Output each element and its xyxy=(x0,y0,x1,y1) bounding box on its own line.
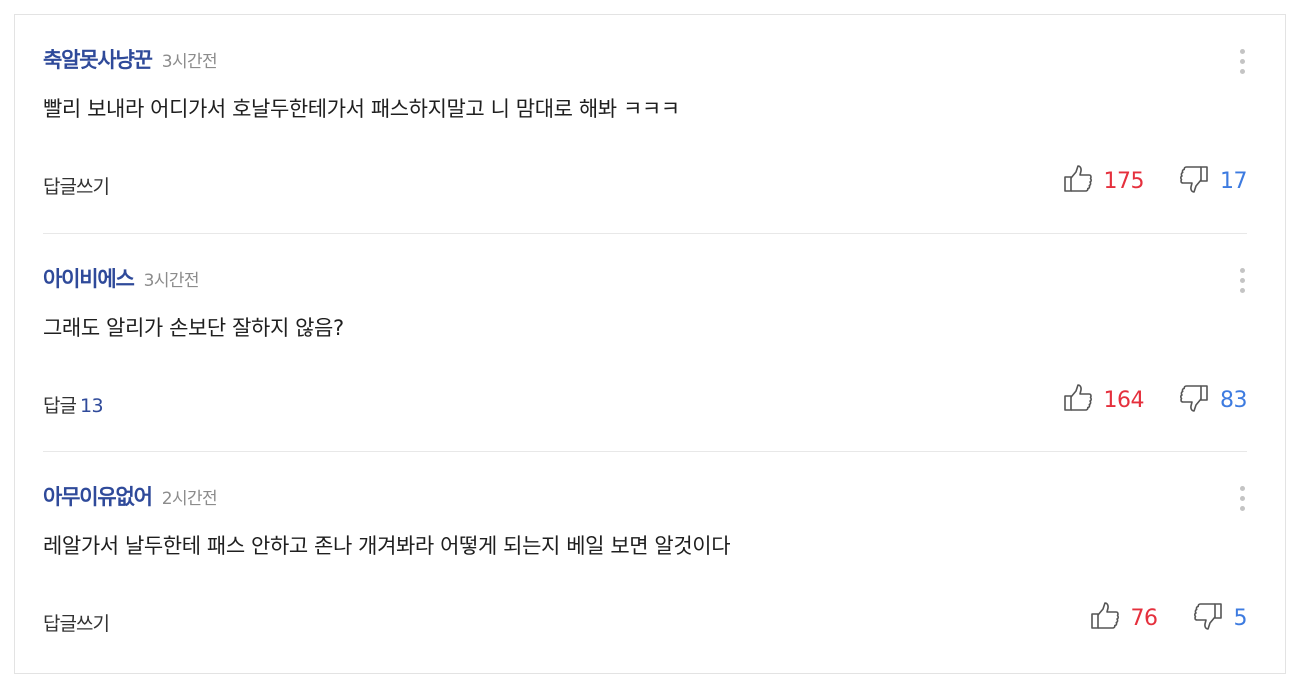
comment-item: 아무이유없어 2시간전 레알가서 날두한테 패스 안하고 존나 개겨봐라 어떻게 … xyxy=(43,451,1247,670)
comment-time: 3시간전 xyxy=(143,271,200,291)
more-options-icon[interactable] xyxy=(1233,264,1251,296)
comment-meta: 아이비에스 3시간전 xyxy=(43,266,200,292)
comment-item: 아이비에스 3시간전 그래도 알리가 손보단 잘하지 않음? 답글13 164 xyxy=(43,233,1248,452)
vote-bar: 76 5 xyxy=(1089,600,1248,636)
like-button[interactable]: 164 xyxy=(1062,382,1145,418)
comment-author[interactable]: 아무이유없어 xyxy=(43,485,153,509)
vote-bar: 164 83 xyxy=(1062,382,1248,418)
reply-label: 답글쓰기 xyxy=(43,176,110,198)
thumbs-down-icon xyxy=(1178,163,1210,199)
like-count: 164 xyxy=(1103,387,1145,413)
thumbs-down-icon xyxy=(1178,382,1210,418)
comment-time: 3시간전 xyxy=(161,52,218,72)
comment-item: 축알못사냥꾼 3시간전 빨리 보내라 어디가서 호날두한테가서 패스하지말고 니 … xyxy=(43,15,1248,233)
comment-author[interactable]: 아이비에스 xyxy=(43,267,135,291)
dislike-count: 5 xyxy=(1233,605,1248,631)
reply-button[interactable]: 답글쓰기 xyxy=(43,609,113,636)
comment-meta: 축알못사냥꾼 3시간전 xyxy=(43,47,218,73)
reply-label: 답글쓰기 xyxy=(43,613,110,635)
comment-meta: 아무이유없어 2시간전 xyxy=(43,484,218,510)
dislike-button[interactable]: 5 xyxy=(1192,600,1248,636)
reply-label: 답글 xyxy=(43,395,77,417)
comment-text: 그래도 알리가 손보단 잘하지 않음? xyxy=(43,316,344,340)
dislike-count: 83 xyxy=(1220,387,1248,413)
reply-button[interactable]: 답글쓰기 xyxy=(43,172,113,199)
comment-list: 축알못사냥꾼 3시간전 빨리 보내라 어디가서 호날두한테가서 패스하지말고 니 … xyxy=(14,14,1286,674)
like-button[interactable]: 175 xyxy=(1062,163,1145,199)
thumbs-up-icon xyxy=(1062,163,1094,199)
vote-bar: 175 17 xyxy=(1062,163,1248,199)
comment-time: 2시간전 xyxy=(161,489,218,509)
comment-author[interactable]: 축알못사냥꾼 xyxy=(43,48,153,72)
like-count: 175 xyxy=(1103,168,1145,194)
more-options-icon[interactable] xyxy=(1233,45,1251,77)
dislike-button[interactable]: 17 xyxy=(1178,163,1248,199)
dislike-count: 17 xyxy=(1220,168,1248,194)
like-button[interactable]: 76 xyxy=(1089,600,1158,636)
thumbs-down-icon xyxy=(1192,600,1224,636)
comment-text: 빨리 보내라 어디가서 호날두한테가서 패스하지말고 니 맘대로 해봐 ㅋㅋㅋ xyxy=(43,97,680,121)
dislike-button[interactable]: 83 xyxy=(1178,382,1248,418)
thumbs-up-icon xyxy=(1062,382,1094,418)
reply-count: 13 xyxy=(79,395,104,417)
like-count: 76 xyxy=(1130,605,1159,631)
comment-text: 레알가서 날두한테 패스 안하고 존나 개겨봐라 어떻게 되는지 베일 보면 알… xyxy=(43,534,731,558)
thumbs-up-icon xyxy=(1089,600,1121,636)
more-options-icon[interactable] xyxy=(1233,482,1251,514)
reply-button[interactable]: 답글 13 xyxy=(43,391,104,418)
